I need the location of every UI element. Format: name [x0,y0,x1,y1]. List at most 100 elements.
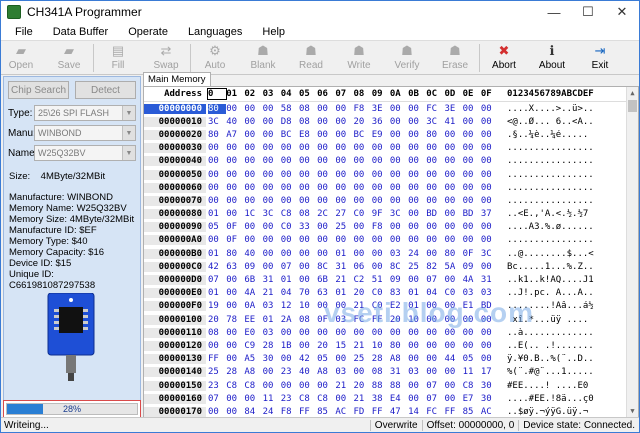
hex-byte[interactable]: FF [208,354,226,364]
hex-byte[interactable]: 00 [444,170,462,180]
hex-byte[interactable]: C9 [244,341,262,351]
hex-byte[interactable]: 78 [226,315,244,325]
hex-byte[interactable]: 3C [263,209,281,219]
hex-byte[interactable]: 00 [281,170,299,180]
hex-byte[interactable]: 3C [481,249,499,259]
hex-byte[interactable]: 21 [263,288,281,298]
hex-byte[interactable]: 00 [317,170,335,180]
hex-byte[interactable]: 28 [372,354,390,364]
menu-help[interactable]: Help [252,26,295,38]
hex-byte[interactable]: 00 [408,328,426,338]
hex-byte[interactable]: 01 [408,288,426,298]
hex-byte[interactable]: 00 [426,222,444,232]
hex-byte[interactable]: 24 [263,407,281,417]
hex-byte[interactable]: 00 [317,183,335,193]
hex-byte[interactable]: 40 [299,367,317,377]
hex-byte[interactable]: 00 [354,249,372,259]
hex-byte[interactable]: 07 [281,262,299,272]
hex-byte[interactable]: 00 [372,235,390,245]
hex-byte[interactable]: 00 [226,341,244,351]
hex-byte[interactable]: 08 [299,315,317,325]
hex-byte[interactable]: C2 [354,275,372,285]
hex-byte[interactable]: BD [481,301,499,311]
hex-byte[interactable]: 00 [263,183,281,193]
hex-byte[interactable]: 00 [463,183,481,193]
hex-byte[interactable]: 00 [372,196,390,206]
hex-byte[interactable]: 20 [317,341,335,351]
hex-byte[interactable]: 09 [244,262,262,272]
hex-byte[interactable]: 00 [317,301,335,311]
hex-byte[interactable]: 36 [372,117,390,127]
hex-row[interactable]: 00000060 00 00 00 00 00 00 00 00 00 00 00 00 00 00 00 00… [144,181,638,194]
hex-byte[interactable]: 00 [390,117,408,127]
hex-byte[interactable]: 80 [426,130,444,140]
hex-byte[interactable]: 00 [481,222,499,232]
hex-byte[interactable]: FF [372,407,390,417]
hex-byte[interactable]: A8 [244,367,262,377]
hex-byte[interactable]: 00 [226,301,244,311]
hex-byte[interactable]: 00 [426,196,444,206]
hex-byte[interactable]: 00 [408,381,426,391]
hex-byte[interactable]: C8 [299,394,317,404]
hex-byte[interactable]: 00 [244,196,262,206]
hex-byte[interactable]: 00 [390,235,408,245]
hex-byte[interactable]: 00 [463,196,481,206]
hex-byte[interactable]: 00 [208,143,226,153]
menu-file[interactable]: File [5,26,43,38]
hex-byte[interactable]: 00 [281,381,299,391]
hex-byte[interactable]: 00 [408,196,426,206]
hex-byte[interactable]: 00 [463,170,481,180]
hex-byte[interactable]: 00 [263,367,281,377]
hex-byte[interactable]: 00 [208,235,226,245]
hex-byte[interactable]: 06 [354,262,372,272]
hex-byte[interactable]: 84 [244,407,262,417]
hex-byte[interactable]: 00 [226,407,244,417]
hex-byte[interactable]: 00 [244,183,262,193]
hex-row[interactable]: 00000010 3C 40 00 00 D8 08 00 00 20 36 00 00 3C 41 00 00… [144,115,638,128]
hex-byte[interactable]: A5 [244,354,262,364]
auto-button[interactable]: ⚙ Auto [197,41,233,71]
hex-byte[interactable]: 00 [444,196,462,206]
hex-byte[interactable]: 00 [390,170,408,180]
hex-byte[interactable]: 00 [354,170,372,180]
hex-byte[interactable]: 00 [226,354,244,364]
hex-byte[interactable]: A8 [390,354,408,364]
hex-byte[interactable]: 42 [208,262,226,272]
hex-byte[interactable]: BC [354,130,372,140]
hex-byte[interactable]: 00 [481,262,499,272]
hex-byte[interactable]: 28 [226,367,244,377]
hex-byte[interactable]: 00 [335,104,353,114]
hex-byte[interactable]: 33 [299,222,317,232]
hex-byte[interactable]: 00 [263,235,281,245]
hex-byte[interactable]: 41 [444,117,462,127]
hex-byte[interactable]: 00 [335,170,353,180]
hex-byte[interactable]: 85 [463,407,481,417]
hex-byte[interactable]: 00 [444,328,462,338]
hex-row[interactable]: 00000140 25 28 A8 00 23 40 A8 03 00 08 31 03 00 00 11 17… [144,366,638,379]
hex-byte[interactable]: 00 [317,104,335,114]
hex-byte[interactable]: 00 [317,117,335,127]
hex-byte[interactable]: 0F [317,315,335,325]
hex-byte[interactable]: 00 [408,183,426,193]
hex-byte[interactable]: 00 [463,341,481,351]
hex-byte[interactable]: 00 [408,104,426,114]
hex-byte[interactable]: 25 [208,367,226,377]
hex-byte[interactable]: 00 [335,156,353,166]
hex-byte[interactable]: 00 [408,354,426,364]
hex-byte[interactable]: 00 [263,170,281,180]
hex-byte[interactable]: 40 [244,249,262,259]
hex-byte[interactable]: 03 [335,315,353,325]
hex-byte[interactable]: 00 [463,328,481,338]
hex-byte[interactable]: 00 [463,222,481,232]
hex-byte[interactable]: 00 [226,183,244,193]
hex-byte[interactable]: 00 [481,156,499,166]
tab-main-memory[interactable]: Main Memory [143,72,211,86]
hex-byte[interactable]: 00 [317,156,335,166]
hex-byte[interactable]: 00 [335,143,353,153]
hex-byte[interactable]: 00 [408,394,426,404]
detect-button[interactable]: Detect [75,81,136,99]
hex-byte[interactable]: 28 [263,341,281,351]
hex-byte[interactable]: 00 [408,341,426,351]
hex-byte[interactable]: 00 [354,183,372,193]
menu-data-buffer[interactable]: Data Buffer [43,26,118,38]
